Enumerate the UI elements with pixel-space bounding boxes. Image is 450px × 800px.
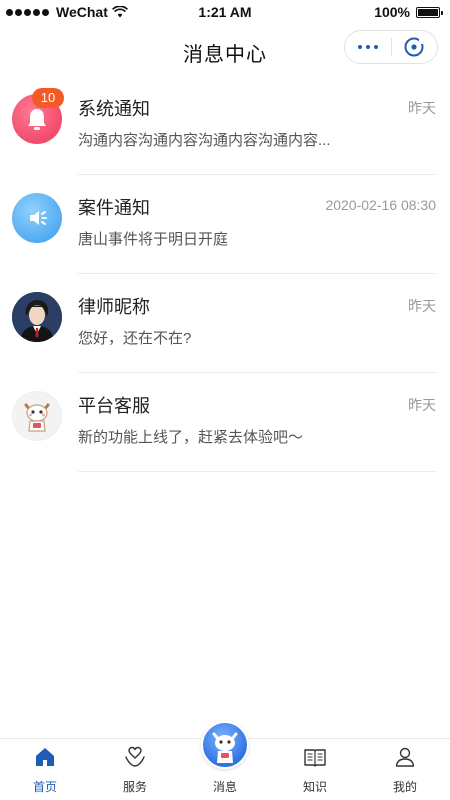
heart-hand-icon bbox=[125, 746, 145, 767]
message-preview: 您好，还在不在? bbox=[78, 330, 192, 347]
tab-label: 我的 bbox=[392, 780, 417, 794]
tab-messages[interactable]: 消息 bbox=[180, 721, 270, 800]
message-item-lawyer[interactable]: 律师昵称 昨天 您好，还在不在? bbox=[0, 274, 450, 373]
nav-bar: 消息中心 bbox=[0, 24, 450, 76]
message-preview: 沟通内容沟通内容沟通内容沟通内容... bbox=[78, 132, 331, 149]
message-time: 昨天 bbox=[408, 100, 436, 116]
tab-label: 服务 bbox=[122, 780, 147, 794]
user-icon bbox=[395, 747, 415, 767]
message-name: 平台客服 bbox=[78, 396, 150, 416]
lawyer-portrait bbox=[12, 292, 62, 342]
close-button[interactable] bbox=[391, 31, 437, 63]
tab-mine[interactable]: 我的 bbox=[360, 739, 450, 800]
message-time: 昨天 bbox=[408, 397, 436, 413]
tab-label: 知识 bbox=[302, 780, 327, 794]
message-item-case[interactable]: 案件通知 2020-02-16 08:30 唐山事件将于明日开庭 bbox=[0, 175, 450, 274]
home-icon bbox=[36, 748, 54, 766]
close-circle-icon bbox=[404, 37, 426, 57]
tab-bar: 首页 服务 消息 知识 我的 bbox=[0, 721, 450, 800]
message-time: 昨天 bbox=[408, 298, 436, 314]
message-preview: 唐山事件将于明日开庭 bbox=[78, 231, 229, 248]
tab-home[interactable]: 首页 bbox=[0, 739, 90, 800]
message-name: 律师昵称 bbox=[78, 297, 150, 317]
book-icon bbox=[304, 749, 326, 767]
divider bbox=[78, 471, 436, 472]
more-icon bbox=[356, 45, 380, 49]
message-time: 2020-02-16 08:30 bbox=[325, 197, 436, 213]
customer-service-avatar bbox=[12, 391, 62, 441]
message-list: 10 系统通知 昨天 沟通内容沟通内容沟通内容沟通内容... 案件通知 2020… bbox=[0, 76, 450, 472]
tab-label: 消息 bbox=[212, 780, 237, 794]
messages-tab-badge bbox=[201, 721, 249, 769]
message-name: 系统通知 bbox=[78, 99, 150, 119]
miniprogram-capsule bbox=[344, 30, 438, 64]
mascot-icon bbox=[212, 732, 238, 763]
case-notice-avatar bbox=[12, 193, 62, 243]
lawyer-avatar bbox=[12, 292, 62, 342]
speaker-icon bbox=[30, 211, 47, 225]
tab-knowledge[interactable]: 知识 bbox=[270, 739, 360, 800]
unread-badge: 10 bbox=[32, 88, 64, 108]
more-button[interactable] bbox=[345, 31, 391, 63]
message-name: 案件通知 bbox=[78, 198, 150, 218]
status-right: 100% bbox=[374, 4, 443, 20]
battery-icon bbox=[416, 6, 443, 18]
mascot-icon bbox=[24, 403, 50, 432]
tab-label: 首页 bbox=[32, 780, 57, 794]
message-preview: 新的功能上线了，赶紧去体验吧～ bbox=[78, 429, 304, 446]
tab-service[interactable]: 服务 bbox=[90, 739, 180, 800]
message-item-system[interactable]: 10 系统通知 昨天 沟通内容沟通内容沟通内容沟通内容... bbox=[0, 76, 450, 175]
bell-icon bbox=[28, 109, 46, 130]
battery-percent: 100% bbox=[374, 4, 410, 20]
message-item-service[interactable]: 平台客服 昨天 新的功能上线了，赶紧去体验吧～ bbox=[0, 373, 450, 472]
status-bar: WeChat 1:21 AM 100% bbox=[0, 0, 450, 24]
